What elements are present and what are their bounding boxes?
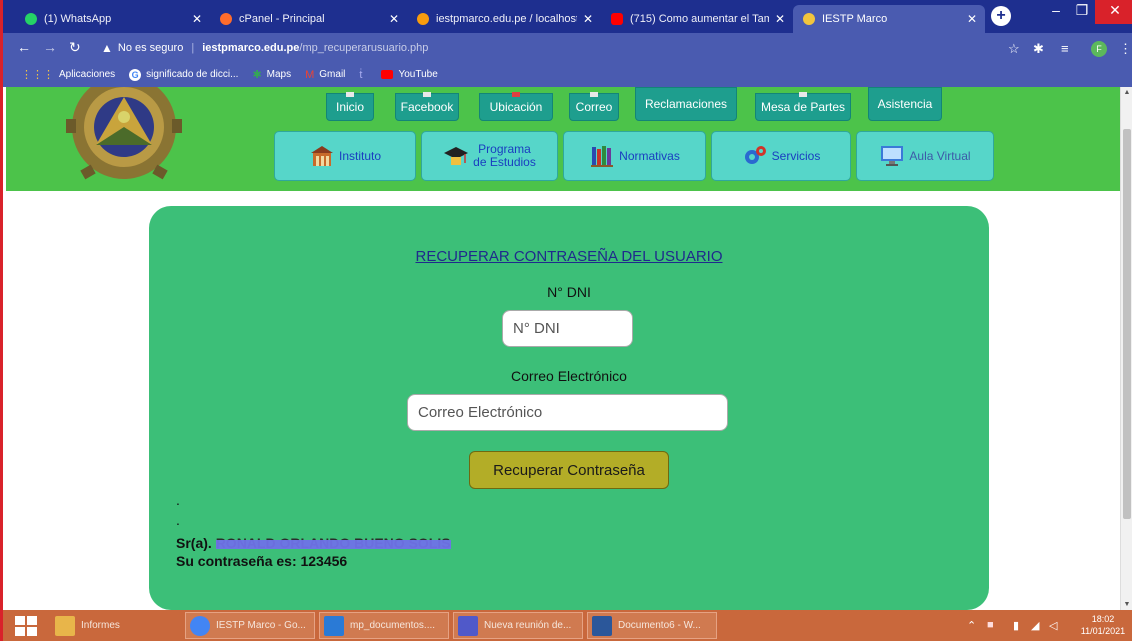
dni-input[interactable] — [502, 310, 633, 347]
reload-icon[interactable]: ↻ — [69, 39, 81, 56]
nav-facebook-button[interactable]: Facebook — [395, 92, 459, 121]
minimize-button[interactable]: – — [1043, 0, 1069, 24]
word-icon — [592, 615, 612, 636]
nav-reclamaciones-button[interactable]: Reclamaciones — [635, 87, 737, 121]
windows-taskbar: Informes IESTP Marco - Go... mp_document… — [3, 610, 1132, 641]
close-icon[interactable]: ✕ — [583, 12, 593, 26]
tab-iestp-marco[interactable]: IESTP Marco ✕ — [793, 5, 985, 33]
taskbar-item-chrome[interactable]: IESTP Marco - Go... — [185, 612, 315, 639]
bookmark-apps[interactable]: ⋮⋮⋮ Aplicaciones — [21, 68, 115, 81]
dni-label: N° DNI — [547, 284, 591, 300]
taskbar-item-teams[interactable]: Nueva reunión de... — [453, 612, 583, 639]
redacted-user-name: RONALD ORLANDO BUENO SOLIS — [215, 535, 451, 551]
star-icon[interactable]: ☆ — [1008, 41, 1020, 57]
page-title[interactable]: RECUPERAR CONTRASEÑA DEL USUARIO — [149, 248, 989, 265]
gmail-icon: M — [305, 68, 315, 81]
bookmark-teams[interactable]: ṫ — [359, 69, 367, 81]
browser-toolbar: ← → ↻ ▲ No es seguro | iestpmarco.edu.pe… — [3, 33, 1132, 62]
email-label: Correo Electrónico — [511, 368, 627, 384]
books-icon — [591, 146, 614, 167]
apps-grid-icon: ⋮⋮⋮ — [21, 69, 54, 81]
site-header: Inicio Facebook Ubicación Correo Reclama… — [6, 87, 1120, 191]
spacer-dot: . — [176, 492, 180, 508]
taskbar-item-informes[interactable]: Informes — [51, 612, 171, 639]
profile-avatar[interactable]: F — [1091, 41, 1107, 57]
system-clock[interactable]: 18:02 11/01/2021 — [1075, 613, 1131, 637]
close-icon[interactable]: ✕ — [389, 12, 399, 26]
reading-list-icon[interactable]: ≡ — [1061, 41, 1069, 56]
browser-window: (1) WhatsApp ✕ cPanel - Principal ✕ iest… — [0, 0, 1132, 641]
tab-phpmyadmin[interactable]: iestpmarco.edu.pe / localhost / ... ✕ — [407, 5, 601, 33]
close-icon[interactable]: ✕ — [775, 12, 785, 26]
cpanel-icon — [220, 13, 232, 25]
taskbar-item-vscode[interactable]: mp_documentos.... — [319, 612, 449, 639]
chrome-icon — [190, 615, 210, 636]
close-icon[interactable]: ✕ — [192, 12, 202, 26]
bookmark-significado[interactable]: G significado de dicci... — [129, 68, 238, 81]
forward-arrow-icon[interactable]: → — [43, 39, 57, 55]
card-normativas-button[interactable]: Normativas — [563, 131, 706, 181]
password-result: Su contraseña es: 123456 — [176, 553, 348, 569]
close-icon[interactable]: ✕ — [967, 12, 977, 26]
battery-icon[interactable]: ▮ — [1013, 619, 1019, 632]
scroll-down-icon[interactable]: ▼ — [1121, 601, 1132, 608]
extensions-icon[interactable]: ✱ — [1033, 41, 1044, 57]
card-programa-estudios-button[interactable]: Programa de Estudios — [421, 131, 558, 181]
maximize-button[interactable]: ❐ — [1069, 0, 1095, 24]
volume-icon[interactable]: ◁ — [1049, 619, 1057, 632]
windows-start-icon[interactable] — [15, 616, 37, 636]
building-icon — [310, 146, 333, 166]
page-scrollbar[interactable]: ▲ ▼ — [1120, 87, 1132, 610]
tab-whatsapp[interactable]: (1) WhatsApp ✕ — [15, 5, 210, 33]
nav-mesa-de-partes-button[interactable]: Mesa de Partes — [755, 92, 851, 121]
scroll-up-icon[interactable]: ▲ — [1121, 89, 1132, 96]
warning-icon: ▲ — [101, 41, 113, 55]
whatsapp-icon — [25, 13, 37, 25]
gears-icon — [744, 146, 766, 164]
back-arrow-icon[interactable]: ← — [17, 39, 31, 55]
teams-icon: ṫ — [359, 68, 363, 81]
pdf-icon[interactable]: ■ — [987, 619, 994, 631]
computer-icon — [881, 146, 904, 166]
institute-logo[interactable] — [54, 87, 194, 187]
youtube-icon — [611, 13, 623, 25]
tab-cpanel[interactable]: cPanel - Principal ✕ — [210, 5, 407, 33]
bookmark-maps[interactable]: ✱ Maps — [252, 68, 291, 81]
card-instituto-button[interactable]: Instituto — [274, 131, 416, 181]
tab-strip: (1) WhatsApp ✕ cPanel - Principal ✕ iest… — [3, 0, 1132, 33]
card-aula-virtual-button[interactable]: Aula Virtual — [856, 131, 994, 181]
new-tab-button[interactable]: + — [991, 6, 1011, 26]
taskbar-item-word[interactable]: Documento6 - W... — [587, 612, 717, 639]
nav-inicio-button[interactable]: Inicio — [326, 92, 374, 121]
vscode-icon — [324, 615, 344, 636]
chevron-up-icon[interactable]: ⌃ — [967, 619, 976, 632]
menu-kebab-icon[interactable]: ⋮ — [1119, 41, 1132, 57]
scrollbar-thumb[interactable] — [1123, 129, 1131, 519]
iestp-favicon-icon — [803, 13, 815, 25]
bookmarks-bar: ⋮⋮⋮ Aplicaciones G significado de dicci.… — [3, 62, 1132, 87]
graduation-cap-icon — [444, 147, 469, 165]
folder-icon — [55, 615, 75, 636]
google-icon: G — [129, 68, 142, 81]
youtube-icon — [381, 70, 394, 79]
teams-icon — [458, 615, 478, 636]
window-close-button[interactable]: ✕ — [1095, 0, 1132, 24]
password-recovery-card: RECUPERAR CONTRASEÑA DEL USUARIO N° DNI … — [149, 206, 989, 610]
greeting-line: Sr(a). RONALD ORLANDO BUENO SOLIS — [176, 535, 451, 551]
email-input[interactable] — [407, 394, 728, 431]
tab-youtube[interactable]: (715) Como aumentar el Tamañ ✕ — [601, 5, 793, 33]
card-servicios-button[interactable]: Servicios — [711, 131, 851, 181]
bookmark-gmail[interactable]: M Gmail — [305, 69, 345, 81]
nav-asistencia-button[interactable]: Asistencia — [868, 87, 942, 121]
address-bar[interactable]: ▲ No es seguro | iestpmarco.edu.pe /mp_r… — [101, 37, 991, 59]
spacer-dot: . — [176, 512, 180, 528]
phpmyadmin-icon — [417, 13, 429, 25]
bookmark-youtube[interactable]: YouTube — [381, 69, 438, 80]
recover-password-button[interactable]: Recuperar Contraseña — [469, 451, 669, 489]
maps-icon: ✱ — [252, 69, 262, 81]
nav-correo-button[interactable]: Correo — [569, 92, 619, 121]
wifi-icon[interactable]: ◢ — [1031, 619, 1039, 632]
nav-ubicacion-button[interactable]: Ubicación — [479, 92, 553, 121]
